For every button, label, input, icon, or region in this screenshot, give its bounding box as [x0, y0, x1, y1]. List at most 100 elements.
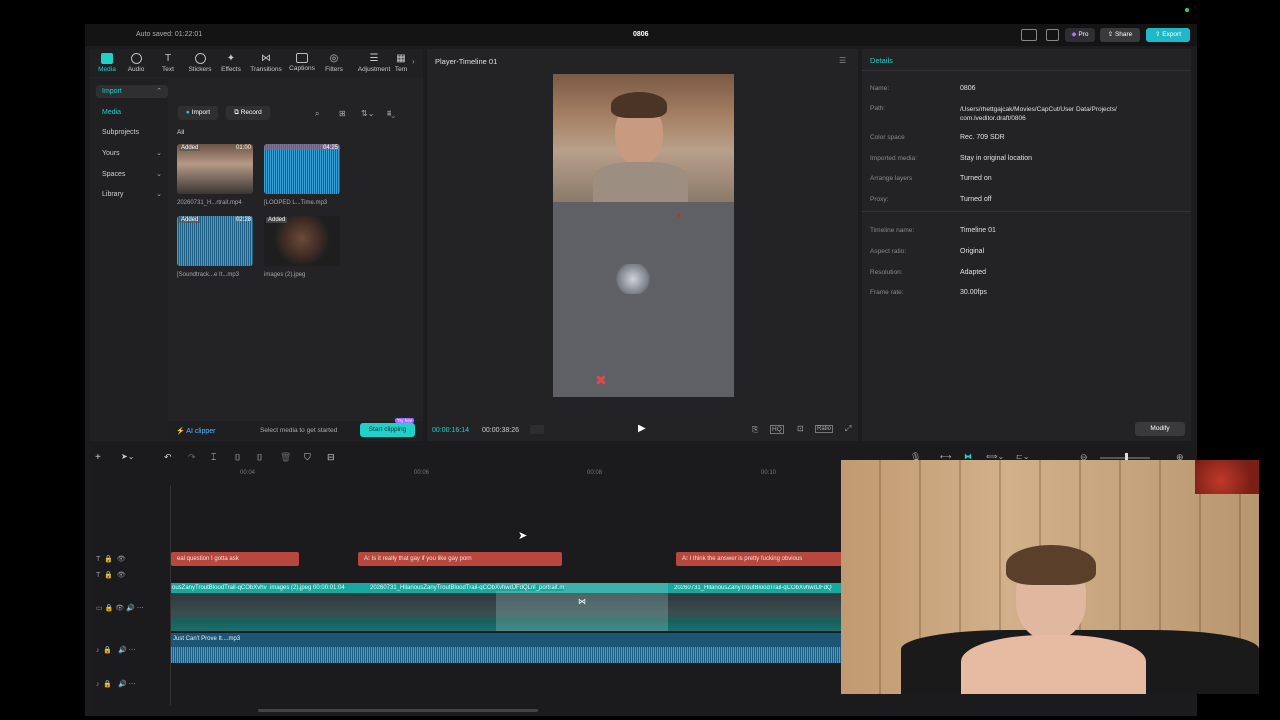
media-item-looped-audio[interactable]: 04:25: [264, 144, 340, 194]
tab-captions[interactable]: Captions: [286, 53, 318, 72]
import-button[interactable]: ● Import: [178, 106, 218, 120]
detail-key: Frame rate:: [870, 289, 904, 296]
record-button[interactable]: ⧉ Record: [226, 106, 270, 120]
timeline-scrollbar[interactable]: [258, 709, 538, 712]
tab-filters[interactable]: ◎ Filters: [318, 53, 350, 73]
share-button[interactable]: ⇪ Share: [1100, 28, 1140, 42]
search-icon[interactable]: ⌕: [315, 109, 319, 119]
tab-transitions[interactable]: ⋈ Transitions: [250, 53, 282, 73]
sidebar-item-media[interactable]: Media: [96, 106, 168, 119]
tab-adjustment[interactable]: ☰ Adjustment: [354, 53, 394, 73]
detail-key: Name:: [870, 85, 890, 92]
project-title: 0806: [633, 31, 649, 38]
panels-icon[interactable]: [1046, 29, 1059, 41]
media-duration: 01:00: [235, 145, 251, 151]
detail-key: Timeline name:: [870, 227, 915, 234]
delete-icon[interactable]: 🗑: [280, 452, 291, 463]
text-clip[interactable]: eal question I gotta ask: [171, 552, 299, 566]
fullscreen-fit-icon[interactable]: ⎘: [752, 425, 758, 435]
filter-icon[interactable]: ⩩⌄: [387, 109, 395, 119]
tab-templates[interactable]: ▦ Tem: [391, 53, 411, 73]
webcam-overlay: [553, 74, 734, 202]
mouse-cursor: ➤: [518, 530, 528, 542]
undo-icon[interactable]: ↶: [164, 452, 172, 463]
adjustment-icon: ☰: [369, 53, 379, 64]
tab-stickers[interactable]: Stickers: [184, 53, 216, 73]
sidebar-item-subprojects[interactable]: Subprojects: [96, 126, 168, 139]
transitions-icon: ⋈: [261, 53, 271, 64]
shirt-shape: [593, 162, 688, 202]
trim-left-icon[interactable]: ⌷: [235, 452, 240, 463]
modify-button[interactable]: Modify: [1135, 422, 1185, 436]
video-clip-label: images (2).jpeg 00:00:01:04: [270, 585, 345, 591]
play-icon[interactable]: ▶: [638, 423, 646, 434]
detail-value: Timeline 01: [960, 227, 996, 234]
text-icon: T: [164, 53, 172, 64]
details-divider: [862, 70, 1191, 71]
quality-icon[interactable]: HQ: [770, 425, 784, 434]
pro-button[interactable]: ◆ Pro: [1065, 28, 1095, 42]
templates-icon: ▦: [396, 53, 406, 64]
ratio-icon[interactable]: Ratio: [815, 425, 834, 433]
details-divider: [862, 211, 1191, 212]
poster-shape: [1195, 460, 1259, 494]
media-item-image[interactable]: Added: [264, 216, 340, 266]
hair-shape: [611, 92, 667, 118]
sidebar-item-spaces[interactable]: Spaces ⌄: [96, 168, 168, 181]
total-time: 00:00:38:26: [482, 427, 519, 434]
ruler-tick: 00:08: [587, 470, 603, 476]
added-badge: Added: [179, 217, 201, 223]
effects-icon: ✦: [226, 53, 236, 64]
layout-icon[interactable]: [1021, 29, 1037, 41]
detail-key: Imported media:: [870, 155, 917, 162]
text-clip[interactable]: A⁝ I think the answer is pretty fucking …: [676, 552, 850, 566]
sidebar-item-import[interactable]: Import ⌃: [96, 85, 168, 98]
detail-key: Proxy:: [870, 196, 889, 203]
enemy-marker-icon: ●: [677, 211, 682, 220]
text-clip[interactable]: A⁝ Is it really that gay if you like gay…: [358, 552, 562, 566]
media-item-soundtrack[interactable]: Added 02:28: [177, 216, 253, 266]
timecode-toggle[interactable]: [530, 425, 544, 434]
ruler-tick: 00:10: [761, 470, 777, 476]
video-track-header: ▭ 🔒 👁 🔊 ⋯: [96, 605, 144, 612]
detail-value: /Users/rhettgajcak/Movies/CapCut/User Da…: [960, 106, 1117, 122]
sidebar-item-yours[interactable]: Yours ⌄: [96, 147, 168, 160]
audio-clip-header: [171, 633, 841, 647]
select-tool-icon[interactable]: ➤⌄: [121, 452, 134, 461]
detail-key: Resolution:: [870, 269, 903, 276]
export-button[interactable]: ⇧ Export: [1146, 28, 1190, 42]
audio-track-header: ♪ 🔒 🔊 ⋯: [96, 647, 136, 654]
media-item-video[interactable]: Added 01:00: [177, 144, 253, 194]
toolbar-scroll-right-icon[interactable]: ›: [412, 57, 415, 66]
start-clipping-button[interactable]: Start clipping: [360, 423, 415, 437]
tab-audio[interactable]: Audio: [120, 53, 152, 73]
transition-icon[interactable]: ⋈: [578, 597, 586, 606]
text-track-header: T 🔒 👁: [96, 556, 126, 563]
tab-text[interactable]: T Text: [152, 53, 184, 73]
tab-media[interactable]: Media: [91, 53, 123, 73]
title-bar: Auto saved: 01:22:01 0806 ◆ Pro ⇪ Share …: [85, 24, 1197, 46]
grid-view-icon[interactable]: ⊞: [339, 109, 346, 118]
add-track-icon[interactable]: +: [95, 452, 101, 463]
tab-effects[interactable]: ✦ Effects: [215, 53, 247, 73]
audio-icon: [130, 53, 142, 64]
marker-icon[interactable]: ⛉: [304, 452, 311, 463]
media-item-name: 20260731_H...rtrait.mp4: [177, 200, 242, 206]
video-clip-label: ousZanyTroutBloodTrail-qCObXvhv: [172, 585, 267, 591]
media-item-name: images (2).jpeg: [264, 272, 306, 278]
redo-icon[interactable]: ↷: [188, 452, 196, 463]
crop-icon[interactable]: ⊟: [327, 452, 335, 463]
detail-key: Path:: [870, 105, 886, 112]
sort-icon[interactable]: ⇅⌄: [361, 109, 374, 118]
detail-value: Rec. 709 SDR: [960, 134, 1005, 141]
player-menu-icon[interactable]: ☰: [839, 56, 846, 65]
split-icon[interactable]: ⌶: [211, 452, 216, 463]
sidebar-item-library[interactable]: Library ⌄: [96, 188, 168, 201]
text-track-header: T 🔒 👁: [96, 572, 126, 579]
detail-value: 0806: [960, 85, 976, 92]
detail-value: Turned on: [960, 175, 992, 182]
filter-all[interactable]: All: [177, 129, 184, 136]
trim-right-icon[interactable]: ⌷: [257, 452, 262, 463]
expand-icon[interactable]: ⤢: [845, 424, 851, 434]
zoom-icon[interactable]: ⊡: [797, 424, 804, 433]
